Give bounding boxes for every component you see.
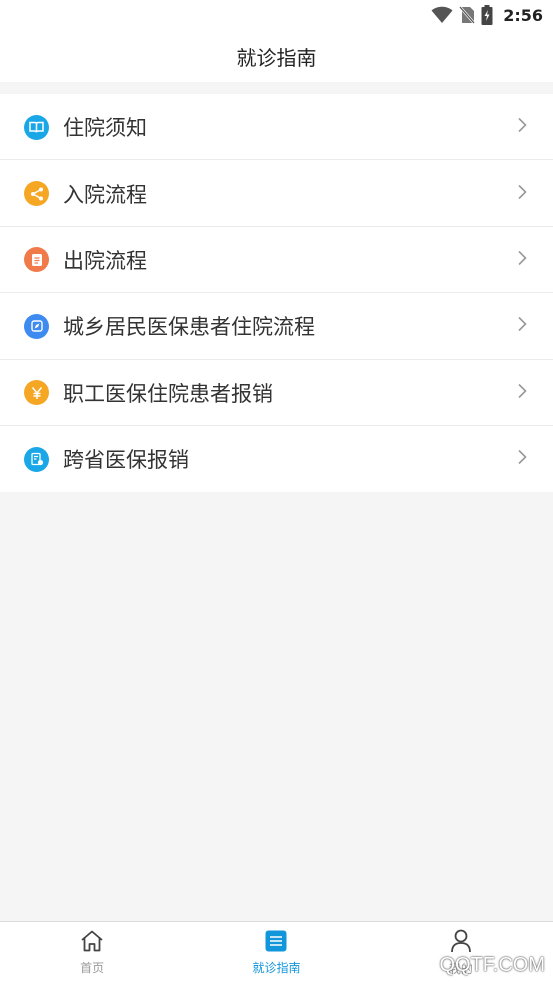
menu-item-resident-insurance-process[interactable]: 城乡居民医保患者住院流程: [0, 293, 553, 360]
share-flow-icon: [24, 181, 49, 207]
menu-item-label: 职工医保住院患者报销: [63, 381, 273, 406]
chevron-right-icon: [517, 117, 527, 137]
tab-home[interactable]: 首页: [0, 922, 184, 983]
header: 就诊指南: [0, 30, 553, 82]
no-sim-icon: [459, 6, 476, 24]
tab-guide[interactable]: 就诊指南: [184, 922, 368, 983]
chevron-right-icon: [517, 449, 527, 469]
menu-item-admission-process[interactable]: 入院流程: [0, 160, 553, 228]
guide-menu-list: 住院须知 入院流程 出院流程 城乡居民医保患者住院流程 职工医保住院患者报销 跨…: [0, 94, 553, 493]
menu-item-discharge-process[interactable]: 出院流程: [0, 227, 553, 294]
chevron-right-icon: [517, 184, 527, 204]
yuan-icon: [24, 380, 49, 406]
menu-item-label: 城乡居民医保患者住院流程: [63, 315, 315, 340]
menu-item-label: 跨省医保报销: [63, 448, 189, 473]
chevron-right-icon: [517, 316, 527, 336]
compass-icon: [24, 313, 49, 339]
menu-item-label: 入院流程: [63, 182, 147, 207]
chevron-right-icon: [517, 250, 527, 270]
book-icon: [24, 114, 49, 140]
receipt-icon: [24, 446, 49, 472]
document-icon: [24, 247, 49, 273]
menu-item-employee-insurance-reimbursement[interactable]: 职工医保住院患者报销: [0, 360, 553, 427]
menu-item-admission-notice[interactable]: 住院须知: [0, 94, 553, 161]
status-bar: 2:56: [0, 0, 553, 30]
watermark: QQTF.COM: [439, 954, 545, 976]
page-title: 就诊指南: [236, 45, 317, 70]
status-time: 2:56: [503, 5, 543, 25]
battery-icon: [481, 5, 493, 25]
tab-label: 就诊指南: [252, 960, 301, 975]
menu-item-cross-province-reimbursement[interactable]: 跨省医保报销: [0, 426, 553, 492]
guide-list-icon: [265, 930, 287, 956]
chevron-right-icon: [517, 383, 527, 403]
menu-item-label: 住院须知: [63, 116, 147, 141]
wifi-icon: [431, 6, 453, 24]
tab-label: 首页: [80, 960, 105, 975]
home-icon: [80, 930, 104, 956]
menu-item-label: 出院流程: [63, 248, 147, 273]
user-icon: [450, 929, 472, 957]
